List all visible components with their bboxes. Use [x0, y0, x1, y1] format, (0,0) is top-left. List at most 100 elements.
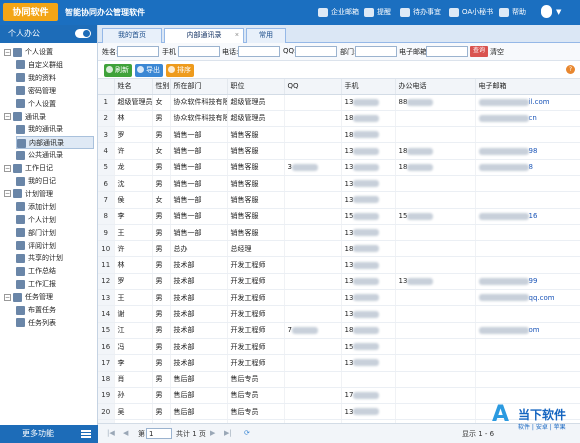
cell-text: 销售客服: [230, 147, 259, 156]
table-cell: 13: [98, 289, 115, 307]
table-row[interactable]: 18 肖 男 售后部 售后专员: [98, 371, 580, 388]
sidebar-item[interactable]: − 计划管理: [4, 188, 94, 201]
sidebar-toggle[interactable]: [75, 29, 91, 38]
table-row[interactable]: 11 林 男 技术部 开发工程师 13: [98, 256, 580, 274]
column-header[interactable]: 姓名: [114, 79, 153, 95]
table-cell: [284, 403, 342, 421]
first-page-icon[interactable]: |◀: [107, 429, 115, 437]
sidebar-item[interactable]: 布置任务: [16, 304, 94, 317]
mail-button[interactable]: 企业邮箱: [318, 5, 359, 20]
email-label: 电子邮箱: [399, 48, 427, 56]
table-cell: [395, 371, 476, 388]
table-row[interactable]: 15 江 男 技术部 开发工程师 7 18 om: [98, 322, 580, 339]
tab-internal-contacts[interactable]: 内部通讯录 ×: [164, 28, 244, 43]
sidebar-item[interactable]: 密码管理: [16, 85, 94, 98]
sidebar-item[interactable]: 我的日记: [16, 175, 94, 188]
sidebar-item[interactable]: 共享的计划: [16, 252, 94, 265]
sidebar-item[interactable]: 工作总结: [16, 265, 94, 278]
close-icon[interactable]: ×: [235, 29, 239, 43]
table-cell: [395, 191, 476, 209]
tab-common[interactable]: 常用: [246, 28, 286, 43]
table-cell: 13: [341, 305, 396, 323]
table-row[interactable]: 17 李 男 技术部 开发工程师 13: [98, 354, 580, 372]
table-row[interactable]: 16 冯 男 技术部 开发工程师 15: [98, 338, 580, 356]
sidebar-item[interactable]: 个人计划: [16, 214, 94, 227]
collapse-icon[interactable]: −: [4, 164, 11, 172]
export-icon: [137, 66, 144, 73]
clear-button[interactable]: 清空: [490, 47, 504, 57]
table-row[interactable]: 7 侯 女 销售一部 销售客服 13: [98, 191, 580, 209]
sidebar-item[interactable]: 内部通讯录: [16, 136, 94, 150]
name-input[interactable]: [117, 46, 159, 57]
column-header[interactable]: QQ: [284, 79, 342, 95]
table-row[interactable]: 14 谢 男 技术部 开发工程师 13: [98, 305, 580, 323]
column-header[interactable]: 所在部门: [170, 79, 228, 95]
table-row[interactable]: 2林 男 协众软件科技有限...超级管理员 18 cn: [98, 110, 580, 128]
todo-icon: [400, 8, 410, 17]
table-row[interactable]: 13 王 男 技术部 开发工程师 13 qq.com: [98, 289, 580, 307]
chevron-down-icon[interactable]: ▼: [556, 8, 561, 16]
table-cell: 李: [114, 354, 153, 372]
sidebar-item[interactable]: − 通讯录: [4, 111, 94, 124]
sidebar-item[interactable]: − 工作日记: [4, 162, 94, 175]
table-row[interactable]: 9 王 男 销售一部 销售客服 13: [98, 224, 580, 242]
table-row[interactable]: 12 罗 男 技术部 开发工程师 13 13 99: [98, 273, 580, 291]
sort-button[interactable]: 排序: [166, 64, 194, 77]
reminder-button[interactable]: 提醒: [364, 5, 391, 20]
redacted-value: [291, 326, 318, 334]
sidebar-item[interactable]: 个人设置: [16, 98, 94, 111]
table-row[interactable]: 5 龙 男 销售一部 销售客服 3 13 18 8: [98, 159, 580, 176]
next-page-icon[interactable]: ▶: [210, 429, 215, 437]
table-row[interactable]: 10 许 男 总办 总经理 18: [98, 240, 580, 258]
collapse-icon[interactable]: −: [4, 48, 11, 56]
qq-input[interactable]: [295, 46, 337, 57]
column-header[interactable]: 手机: [341, 79, 396, 95]
collapse-icon[interactable]: −: [4, 293, 11, 301]
sidebar-item[interactable]: − 个人设置: [4, 46, 94, 59]
help-icon[interactable]: ?: [566, 65, 575, 74]
last-page-icon[interactable]: ▶|: [224, 429, 232, 437]
mobile-input[interactable]: [178, 46, 220, 57]
sidebar-item[interactable]: − 任务管理: [4, 291, 94, 304]
export-button[interactable]: 导出: [135, 64, 163, 77]
table-cell: 14: [98, 305, 115, 323]
email-input[interactable]: [426, 46, 468, 57]
todo-button[interactable]: 待办事宜: [400, 5, 441, 20]
avatar[interactable]: [541, 5, 552, 18]
sidebar-item[interactable]: 公共通讯录: [16, 149, 94, 162]
department-input[interactable]: [355, 46, 397, 57]
table-row[interactable]: 4 许 女 销售一部 销售客服 13 18 98: [98, 142, 580, 160]
column-header[interactable]: 性别: [152, 79, 171, 95]
collapse-icon[interactable]: −: [4, 113, 11, 120]
sidebar-item[interactable]: 任务列表: [16, 317, 94, 330]
menu-icon[interactable]: [81, 430, 91, 438]
sidebar-item[interactable]: 部门计划: [16, 227, 94, 240]
page-input[interactable]: 1: [146, 428, 172, 439]
help-button[interactable]: 帮助: [499, 5, 526, 20]
sidebar-item[interactable]: 自定义群组: [16, 59, 94, 72]
tab-home[interactable]: 我的首页: [102, 28, 162, 43]
more-functions-button[interactable]: 更多功能: [0, 425, 98, 443]
oa-assistant-button[interactable]: OA小秘书: [449, 5, 493, 20]
sidebar-item[interactable]: 工作汇报: [16, 278, 94, 291]
column-header[interactable]: 职位: [227, 79, 285, 95]
column-header[interactable]: [98, 79, 115, 95]
table-row[interactable]: 3 罗 男 销售一部 销售客服 18: [98, 126, 580, 144]
refresh-button[interactable]: 刷新: [104, 64, 132, 77]
table-row[interactable]: 1超级管理员女协众软件科技有限...超级管理员1388il.com: [98, 94, 580, 111]
sidebar-item[interactable]: 我的通讯录: [16, 123, 94, 136]
phone-input[interactable]: [238, 46, 280, 57]
sidebar-item[interactable]: 添加计划: [16, 201, 94, 214]
reload-icon[interactable]: ⟳: [244, 429, 250, 437]
query-button[interactable]: 查询: [470, 46, 489, 57]
sidebar-item[interactable]: 评阅计划: [16, 240, 94, 253]
sidebar-item[interactable]: 我的资料: [16, 72, 94, 85]
redacted-value: [353, 196, 380, 204]
column-header[interactable]: 电子邮箱: [475, 79, 580, 95]
column-header[interactable]: 办公电话: [395, 79, 476, 95]
table-row[interactable]: 8 李 男 销售一部 销售客服 15 15 16: [98, 208, 580, 225]
prev-page-icon[interactable]: ◀: [123, 429, 128, 437]
cell-text: 侯: [117, 195, 125, 204]
collapse-icon[interactable]: −: [4, 190, 11, 198]
table-row[interactable]: 6 沈 男 销售一部 销售客服 13: [98, 175, 580, 193]
